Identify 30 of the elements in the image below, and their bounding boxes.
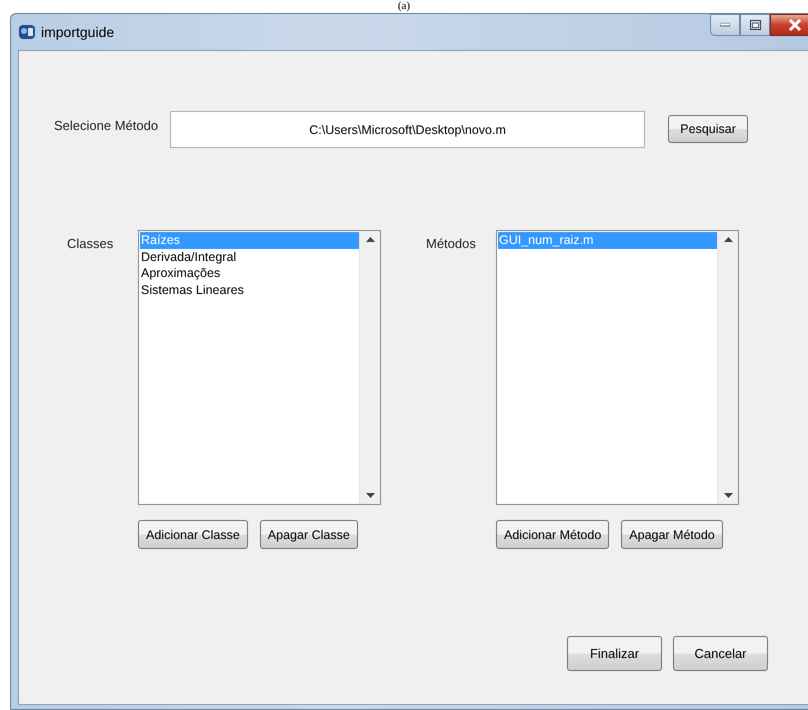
list-action-button[interactable]: Adicionar Método [496, 520, 610, 549]
scrollbar[interactable] [717, 231, 738, 504]
up-arrow-icon[interactable] [366, 237, 374, 242]
app-icon [19, 24, 35, 40]
list-action-button[interactable]: Apagar Classe [260, 520, 358, 549]
list-item[interactable]: Derivada/Integral [140, 248, 359, 265]
list-label: Métodos [426, 236, 477, 253]
dialog-button[interactable]: Cancelar [673, 636, 768, 671]
minimize-icon [720, 23, 730, 27]
down-arrow-icon[interactable] [724, 493, 732, 498]
maximize-button[interactable] [740, 14, 770, 36]
list-item[interactable]: Aproximações [140, 265, 359, 282]
list-action-button[interactable]: Apagar Método [621, 520, 723, 549]
scrollbar[interactable] [359, 231, 380, 504]
search-button[interactable]: Pesquisar [668, 115, 748, 143]
minimize-button[interactable] [710, 14, 740, 36]
list-action-button[interactable]: Adicionar Classe [138, 520, 248, 549]
method-label: Selecione Método [54, 118, 158, 133]
maximize-icon [750, 20, 760, 30]
close-button[interactable] [770, 14, 808, 36]
up-arrow-icon[interactable] [724, 237, 732, 242]
figure-caption: (a) [398, 0, 410, 13]
down-arrow-icon[interactable] [366, 493, 374, 498]
dialog-button[interactable]: Finalizar [567, 636, 662, 671]
list-box[interactable]: Raízes Derivada/Integral Aproximações Sistemas Lineares [138, 230, 381, 505]
list-item[interactable]: Sistemas Lineares [140, 282, 359, 298]
path-field[interactable]: C:\Users\Microsoft\Desktop\novo.m [170, 111, 646, 148]
close-icon [788, 19, 802, 31]
window-title: importguide [41, 24, 114, 40]
list-label: Classes [67, 236, 114, 253]
